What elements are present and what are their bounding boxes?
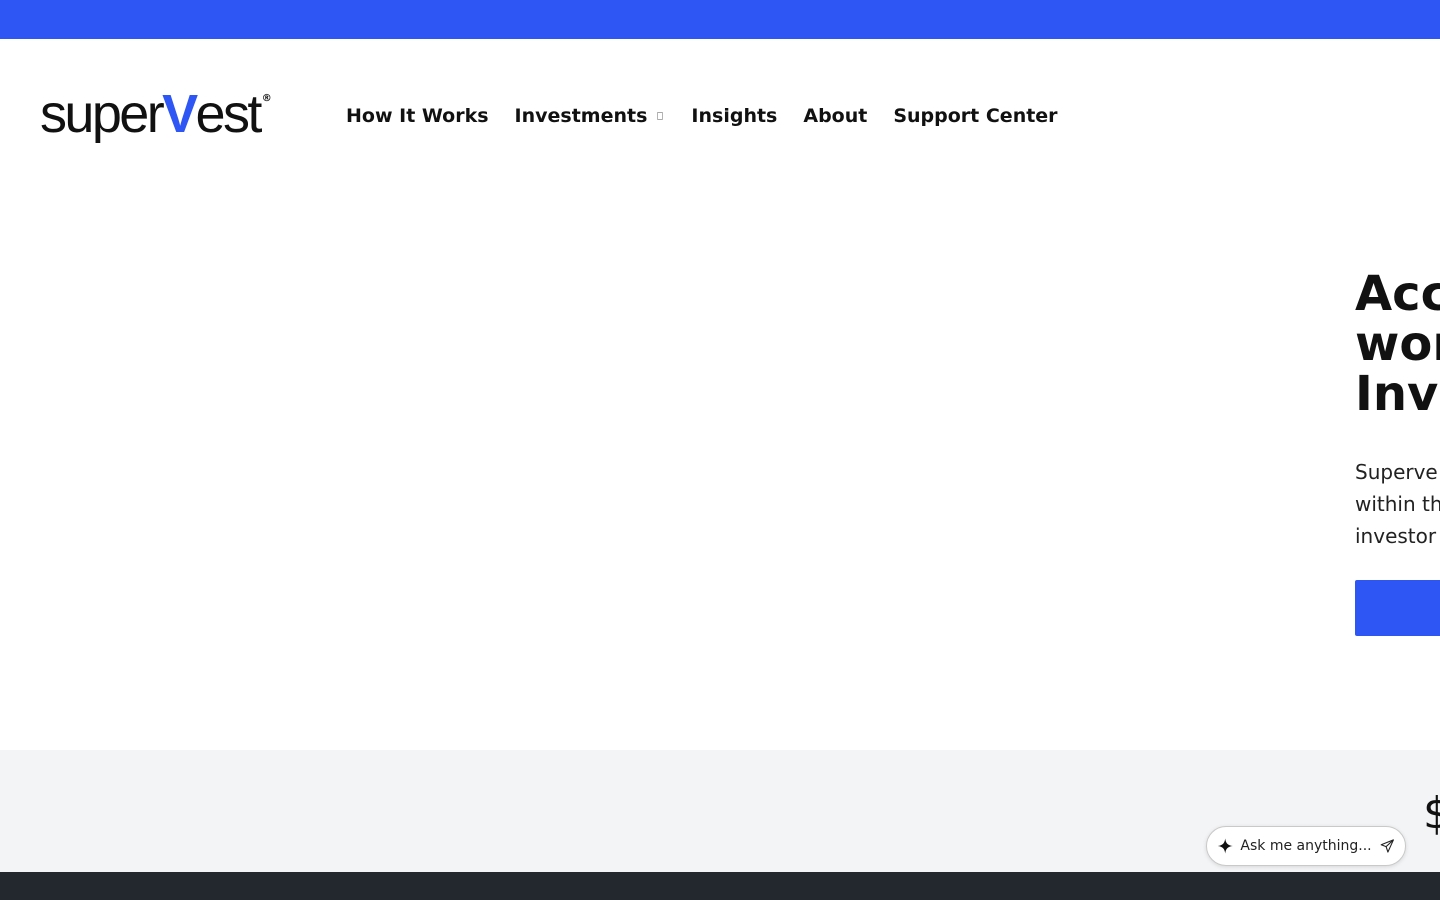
nav-item-insights[interactable]: Insights	[691, 105, 777, 127]
registered-mark: ®	[261, 93, 272, 104]
nav-label: Insights	[691, 105, 778, 127]
site-header: superVest ® How It Works Investments Ins…	[0, 39, 1440, 199]
stat-value: $	[1423, 788, 1440, 839]
ask-assistant-widget[interactable]	[1206, 826, 1406, 866]
nav-label: Investments	[514, 105, 648, 127]
chevron-down-icon	[657, 112, 664, 120]
supervest-logo[interactable]: superVest ®	[40, 87, 305, 147]
hero-cta-button[interactable]	[1355, 580, 1440, 636]
ask-input[interactable]	[1240, 838, 1377, 854]
footer-bar	[0, 872, 1440, 900]
nav-item-about[interactable]: About	[803, 105, 867, 127]
logo-wordmark: superVest	[40, 84, 262, 144]
hero-section: Acc wor Inve Superve within th investor	[0, 199, 1440, 750]
hero-title: Acc wor Inve	[1355, 266, 1440, 422]
main-nav: How It Works Investments Insights About …	[346, 105, 1084, 127]
nav-item-investments[interactable]: Investments	[515, 105, 666, 127]
nav-label: How It Works	[346, 105, 489, 127]
send-icon[interactable]	[1380, 838, 1395, 854]
nav-item-how-it-works[interactable]: How It Works	[346, 105, 489, 127]
top-announcement-bar	[0, 0, 1440, 39]
nav-item-support-center[interactable]: Support Center	[893, 105, 1057, 127]
sparkle-icon	[1217, 838, 1233, 854]
hero-description: Superve within th investor	[1355, 460, 1440, 548]
nav-label: Support Center	[893, 105, 1058, 127]
nav-label: About	[803, 105, 868, 127]
